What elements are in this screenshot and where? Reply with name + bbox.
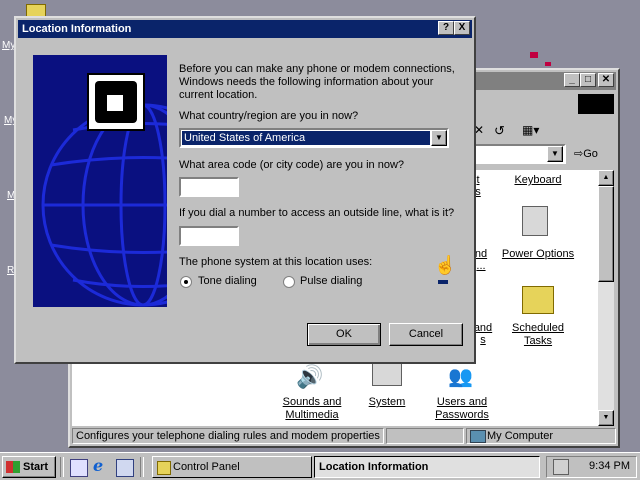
intro-text: Before you can make any phone or modem c… [179,63,455,101]
cursor-shadow [438,280,448,284]
scroll-thumb[interactable] [598,186,614,282]
vertical-scrollbar[interactable]: ▲ ▼ [598,170,614,426]
status-blank-panel [386,428,464,444]
item-system[interactable]: System [362,396,412,409]
item-scheduled-tasks-line-2: Tasks [523,335,553,347]
outside-line-question: If you dial a number to access an outsid… [179,207,455,219]
cancel-button[interactable]: Cancel [389,323,463,346]
windows-logo-icon [578,94,614,114]
taskbar-location-information-label: Location Information [319,461,429,473]
area-code-question: What area code (or city code) are you in… [179,159,405,171]
item-sounds-line-2: Multimedia [285,409,339,421]
ok-button[interactable]: OK [307,323,381,346]
close-button[interactable]: ✕ [598,73,614,87]
start-button[interactable]: Start [2,456,56,478]
status-bar: Configures your telephone dialing rules … [72,428,616,446]
country-question: What country/region are you in now? [179,110,359,122]
area-code-input[interactable] [179,177,239,197]
toolbar: ✕ ↺ ▦▾ [474,120,614,142]
taskbar-control-panel-label: Control Panel [173,461,240,473]
go-label: Go [583,148,598,160]
help-button[interactable]: ? [438,21,454,35]
country-selected-value: United States of America [182,131,430,145]
pulse-dialing-label[interactable]: Pulse dialing [300,275,362,287]
telephone-icon [87,73,145,131]
address-dropdown-button[interactable]: ▼ [547,146,563,162]
scheduled-tasks-icon[interactable] [522,286,554,314]
internet-explorer-icon[interactable]: e [93,456,103,475]
start-label: Start [23,461,49,473]
history-icon[interactable]: ↺ [494,123,505,139]
item-users-line-2: Passwords [435,409,489,421]
status-location-label: My Computer [487,430,554,442]
show-desktop-icon[interactable] [70,459,88,477]
tone-dialing-label[interactable]: Tone dialing [198,275,257,287]
item-power-options[interactable]: Power Options [496,248,580,261]
telephone-icon-keypad [107,95,123,111]
views-icon[interactable]: ▦▾ [522,123,539,137]
system-tray: 9:34 PM [546,456,637,478]
taskbar: Start e Control Panel Location Informati… [0,452,640,480]
system-computer-icon[interactable] [372,362,402,386]
scroll-down-button[interactable]: ▼ [598,410,614,426]
folders-icon[interactable]: ✕ [474,123,488,137]
desktop-artifact [545,62,551,66]
country-dropdown-arrow[interactable]: ▼ [431,130,447,146]
go-arrow-icon: ⇨ [574,148,584,160]
hand-cursor-icon: ☝ [434,255,457,275]
desktop-artifact [530,52,538,58]
outlook-express-icon[interactable] [116,459,134,477]
location-information-dialog: Location Information ? X Before you can … [14,16,476,364]
item-users-and-passwords[interactable]: Users and Passwords [428,396,496,422]
status-text: Configures your telephone dialing rules … [72,428,384,444]
item-sounds-and-multimedia[interactable]: Sounds and Multimedia [276,396,348,422]
taskbar-control-panel[interactable]: Control Panel [152,456,312,478]
dialog-title: Location Information [22,23,132,35]
country-dropdown[interactable]: United States of America ▼ [179,128,449,148]
item-sounds-line-1: Sounds and [282,396,342,408]
dialog-close-button[interactable]: X [454,21,470,35]
my-computer-icon [470,430,486,443]
phone-system-label: The phone system at this location uses: [179,256,373,268]
minimize-button[interactable]: _ [564,73,580,87]
item-keyboard[interactable]: Keyboard [500,174,576,187]
pulse-dialing-radio[interactable] [283,276,295,288]
maximize-button[interactable]: □ [580,73,596,87]
dialup-tray-icon[interactable] [553,459,569,475]
tone-dialing-radio[interactable] [180,276,192,288]
users-icon[interactable]: 👥 [448,364,473,389]
clock[interactable]: 9:34 PM [589,460,630,472]
status-location: My Computer [466,428,616,444]
quicklaunch-divider [60,457,64,477]
taskbar-location-information[interactable]: Location Information [314,456,540,478]
dialog-titlebar[interactable]: Location Information [18,20,472,38]
outside-line-input[interactable] [179,226,239,246]
go-button[interactable]: ⇨Go [574,147,598,163]
scroll-up-button[interactable]: ▲ [598,170,614,186]
speaker-icon[interactable]: 🔊 [296,364,323,390]
globe-illustration [33,55,167,307]
control-panel-icon [157,461,171,475]
windows-flag-icon [6,461,20,473]
power-options-icon[interactable] [522,206,548,236]
quicklaunch-divider [140,457,144,477]
item-scheduled-tasks-line-1: Scheduled [512,322,564,334]
item-users-line-1: Users and [436,396,488,408]
item-scheduled-tasks[interactable]: Scheduled Tasks [500,322,576,348]
